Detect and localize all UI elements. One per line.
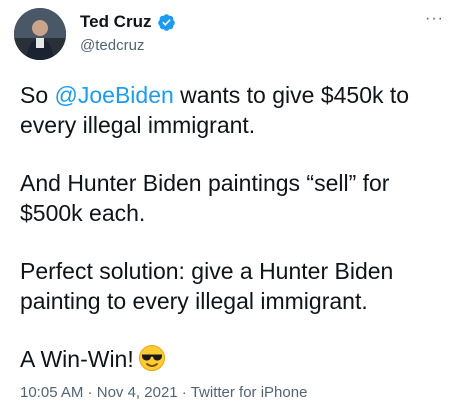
tweet-paragraph-3: Perfect solution: give a Hunter Biden pa… bbox=[20, 258, 394, 314]
tweet-time[interactable]: 10:05 AM bbox=[20, 384, 83, 401]
smiling-face-with-sunglasses-icon bbox=[138, 344, 166, 372]
tweet-paragraph-1: So @JoeBiden wants to give $450k to ever… bbox=[20, 82, 410, 138]
tweet-date[interactable]: Nov 4, 2021 bbox=[97, 384, 178, 401]
author-name-row: Ted Cruz bbox=[80, 12, 176, 32]
mention-link[interactable]: @JoeBiden bbox=[55, 82, 174, 108]
tweet-paragraph-2: And Hunter Biden paintings “sell” for $5… bbox=[20, 170, 390, 226]
display-name[interactable]: Ted Cruz bbox=[80, 12, 151, 32]
avatar[interactable] bbox=[14, 8, 66, 60]
tweet-body: So @JoeBiden wants to give $450k to ever… bbox=[20, 80, 440, 402]
tweet-paragraph-4: A Win-Win! bbox=[20, 344, 440, 374]
tweet: Ted Cruz @tedcruz ··· So @JoeBiden wants… bbox=[0, 0, 462, 411]
author-handle[interactable]: @tedcruz bbox=[80, 37, 144, 54]
tweet-source[interactable]: Twitter for iPhone bbox=[191, 384, 308, 401]
tweet-meta: 10:05 AM · Nov 4, 2021 · Twitter for iPh… bbox=[20, 384, 308, 401]
verified-badge-icon bbox=[157, 13, 176, 32]
avatar-photo bbox=[14, 8, 66, 60]
more-options-icon[interactable]: ··· bbox=[425, 11, 444, 27]
